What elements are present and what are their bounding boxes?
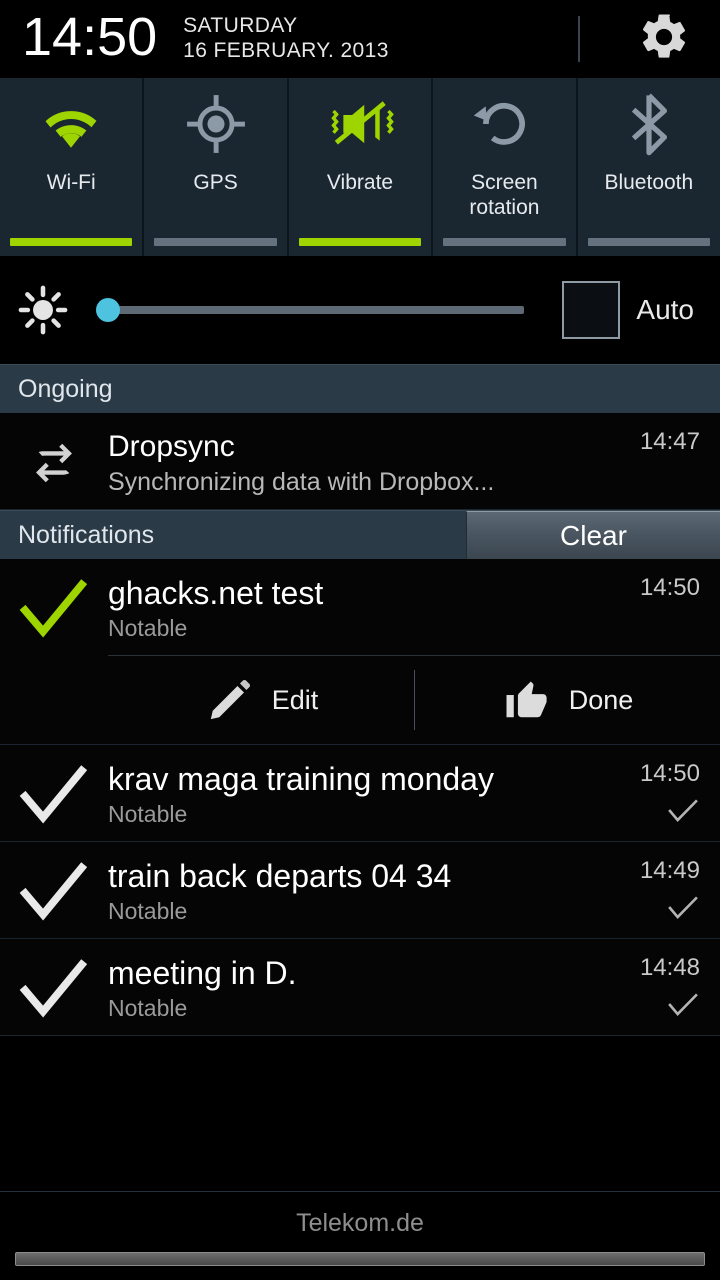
checkmark-icon bbox=[0, 953, 108, 1021]
sync-icon bbox=[0, 427, 108, 489]
screen-rotation-icon bbox=[473, 78, 535, 170]
notification-row[interactable]: meeting in D. Notable 14:48 bbox=[0, 939, 720, 1036]
notification-title: krav maga training monday bbox=[108, 761, 494, 797]
toggle-screen-rotation-label: Screen rotation bbox=[469, 171, 540, 219]
date-label: 16 FEBRUARY. 2013 bbox=[183, 39, 389, 62]
toggle-gps-label: GPS bbox=[193, 171, 238, 194]
notification-content: train back departs 04 34 Notable 14:49 bbox=[0, 842, 720, 938]
notification-content: Dropsync Synchronizing data with Dropbox… bbox=[0, 413, 720, 509]
notification-content: ghacks.net test Notable 14:50 bbox=[0, 559, 720, 655]
notification-text: ghacks.net test Notable bbox=[108, 573, 588, 643]
notification-time: 14:50 bbox=[639, 760, 700, 787]
clock: 14:50 bbox=[22, 7, 158, 67]
toggle-bluetooth[interactable]: Bluetooth bbox=[577, 78, 720, 256]
shade-footer: Telekom.de bbox=[0, 1191, 720, 1280]
notification-list: ghacks.net test Notable 14:50 Edit Done … bbox=[0, 559, 720, 1191]
notification-subtitle: Notable bbox=[108, 995, 188, 1021]
notification-meta: 14:50 bbox=[588, 573, 720, 603]
notification-dropsync[interactable]: Dropsync Synchronizing data with Dropbox… bbox=[0, 413, 720, 510]
wifi-icon bbox=[35, 78, 107, 170]
ongoing-title: Ongoing bbox=[18, 374, 113, 403]
toggle-gps[interactable]: GPS bbox=[144, 78, 289, 256]
brightness-icon bbox=[0, 284, 86, 336]
notification-content: meeting in D. Notable 14:48 bbox=[0, 939, 720, 1035]
brightness-slider[interactable] bbox=[86, 298, 540, 322]
clear-button[interactable]: Clear bbox=[466, 511, 720, 559]
toggle-screen-rotation-state-bar bbox=[443, 238, 566, 246]
toggle-vibrate[interactable]: Vibrate bbox=[288, 78, 434, 256]
notification-title: train back departs 04 34 bbox=[108, 858, 452, 894]
notification-actions: Edit Done bbox=[108, 655, 720, 744]
notification-subtitle: Notable bbox=[108, 898, 188, 924]
notification-row[interactable]: krav maga training monday Notable 14:50 bbox=[0, 745, 720, 842]
bluetooth-icon bbox=[622, 78, 676, 170]
notification-time: 14:50 bbox=[639, 574, 700, 601]
notification-time: 14:49 bbox=[639, 857, 700, 884]
checkmark-icon bbox=[0, 856, 108, 924]
weekday-label: SATURDAY bbox=[183, 14, 298, 37]
brightness-slider-track bbox=[108, 306, 525, 314]
notification-row[interactable]: train back departs 04 34 Notable 14:49 bbox=[0, 842, 720, 939]
notification-meta: 14:50 bbox=[588, 759, 720, 825]
quick-settings-row: Wi-Fi GPS Vibrate Screen rotation Blueto… bbox=[0, 78, 720, 256]
toggle-wifi[interactable]: Wi-Fi bbox=[0, 78, 145, 256]
edit-action-label: Edit bbox=[271, 684, 319, 715]
checkmark-icon bbox=[0, 759, 108, 827]
done-action-button[interactable]: Done bbox=[414, 656, 720, 744]
notification-title: Dropsync bbox=[108, 430, 235, 463]
notification-text: Dropsync Synchronizing data with Dropbox… bbox=[108, 427, 588, 497]
auto-brightness-label: Auto bbox=[636, 294, 694, 325]
toggle-bluetooth-state-bar bbox=[587, 238, 711, 246]
notifications-title: Notifications bbox=[18, 520, 155, 549]
notification-title: meeting in D. bbox=[108, 955, 297, 991]
notification-time: 14:47 bbox=[639, 428, 700, 455]
header-divider bbox=[578, 16, 580, 62]
auto-brightness-checkbox[interactable] bbox=[562, 281, 621, 339]
toggle-wifi-state-bar bbox=[10, 238, 133, 246]
notification-status-check-icon bbox=[666, 991, 700, 1019]
notification-text: meeting in D. Notable bbox=[108, 953, 588, 1023]
settings-button[interactable] bbox=[636, 11, 692, 67]
status-header: 14:50 SATURDAY 16 FEBRUARY. 2013 bbox=[0, 0, 720, 78]
gps-icon bbox=[185, 78, 247, 170]
notification-subtitle: Notable bbox=[108, 801, 188, 827]
brightness-row: Auto bbox=[0, 256, 720, 364]
notification-status-check-icon bbox=[666, 797, 700, 825]
vibrate-icon bbox=[323, 78, 397, 170]
notification-status-check-icon bbox=[666, 894, 700, 922]
toggle-screen-rotation[interactable]: Screen rotation bbox=[433, 78, 578, 256]
notification-text: train back departs 04 34 Notable bbox=[108, 856, 588, 926]
thumbs-up-icon bbox=[501, 677, 553, 723]
notification-subtitle: Notable bbox=[108, 615, 188, 641]
toggle-wifi-label: Wi-Fi bbox=[46, 171, 96, 194]
notification-shade: 14:50 SATURDAY 16 FEBRUARY. 2013 Wi-Fi G… bbox=[0, 0, 720, 1280]
brightness-slider-thumb[interactable] bbox=[96, 298, 120, 322]
carrier-label: Telekom.de bbox=[296, 1208, 424, 1237]
notification-meta: 14:48 bbox=[588, 953, 720, 1019]
notification-text: krav maga training monday Notable bbox=[108, 759, 588, 829]
notification-meta: 14:47 bbox=[588, 427, 720, 457]
notification-row[interactable]: ghacks.net test Notable 14:50 Edit Done bbox=[0, 559, 720, 745]
ongoing-section-header: Ongoing bbox=[0, 364, 720, 413]
notification-content: krav maga training monday Notable 14:50 bbox=[0, 745, 720, 841]
done-action-label: Done bbox=[568, 684, 634, 715]
date-block: SATURDAY 16 FEBRUARY. 2013 bbox=[183, 13, 389, 63]
gear-icon bbox=[637, 10, 691, 69]
toggle-vibrate-label: Vibrate bbox=[326, 171, 394, 194]
edit-action-button[interactable]: Edit bbox=[108, 656, 414, 744]
notification-time: 14:48 bbox=[639, 954, 700, 981]
notification-meta: 14:49 bbox=[588, 856, 720, 922]
toggle-bluetooth-label: Bluetooth bbox=[604, 171, 694, 194]
notification-subtitle: Synchronizing data with Dropbox... bbox=[108, 468, 495, 496]
clear-button-label: Clear bbox=[560, 519, 627, 551]
toggle-vibrate-state-bar bbox=[298, 238, 422, 246]
notification-title: ghacks.net test bbox=[108, 575, 324, 611]
checkmark-icon bbox=[0, 573, 108, 641]
notifications-section-header: Notifications Clear bbox=[0, 510, 720, 559]
toggle-gps-state-bar bbox=[154, 238, 277, 246]
pencil-icon bbox=[204, 677, 256, 723]
drag-handle[interactable] bbox=[15, 1251, 705, 1266]
